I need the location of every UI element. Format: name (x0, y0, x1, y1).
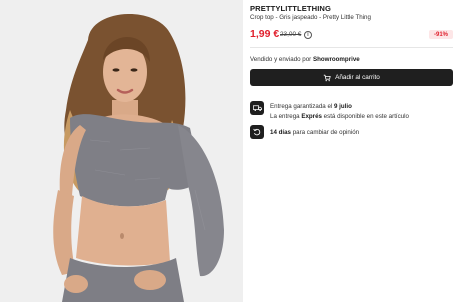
returns-icon-box (250, 125, 264, 139)
seller-prefix: Vendido y enviado por (250, 56, 313, 63)
cart-icon (323, 74, 331, 81)
model-photo (0, 0, 243, 302)
delivery-date: 9 julio (333, 103, 352, 110)
delivery-line2-prefix: La entrega (270, 112, 302, 120)
price-row: 1,99 € 23,00 € i -91% (250, 28, 453, 42)
product-title: Crop top - Gris jaspeado - Pretty Little… (250, 14, 371, 21)
returns-label: para cambiar de opinión (290, 129, 360, 136)
truck-icon (252, 105, 262, 111)
returns-text: 14 días para cambiar de opinión (270, 128, 359, 138)
seller-name: Showroomprive (312, 56, 360, 63)
returns-days: 14 días (270, 129, 291, 136)
add-to-cart-button[interactable]: Añadir al carrito (250, 69, 453, 86)
divider (250, 47, 453, 48)
info-icon[interactable]: i (304, 31, 312, 39)
product-info: PRETTYLITTLETHING Crop top - Gris jaspea… (250, 0, 453, 302)
discount-badge: -91% (428, 30, 453, 39)
delivery-text: Entrega garantizada el 9 julio La entreg… (270, 102, 409, 121)
express-label: Exprés (301, 112, 322, 120)
current-price: 1,99 € (250, 28, 280, 40)
delivery-line2-suffix: está disponible en este artículo (321, 112, 409, 120)
product-brand[interactable]: PRETTYLITTLETHING (250, 4, 331, 13)
add-to-cart-label: Añadir al carrito (335, 74, 380, 81)
return-arrow-icon (253, 128, 261, 136)
seller-info: Vendido y enviado por Showroomprive (250, 56, 360, 63)
delivery-line1: Entrega garantizada el (270, 103, 334, 110)
delivery-icon-box (250, 101, 264, 115)
original-price: 23,00 € (280, 31, 302, 38)
product-image[interactable] (0, 0, 243, 302)
